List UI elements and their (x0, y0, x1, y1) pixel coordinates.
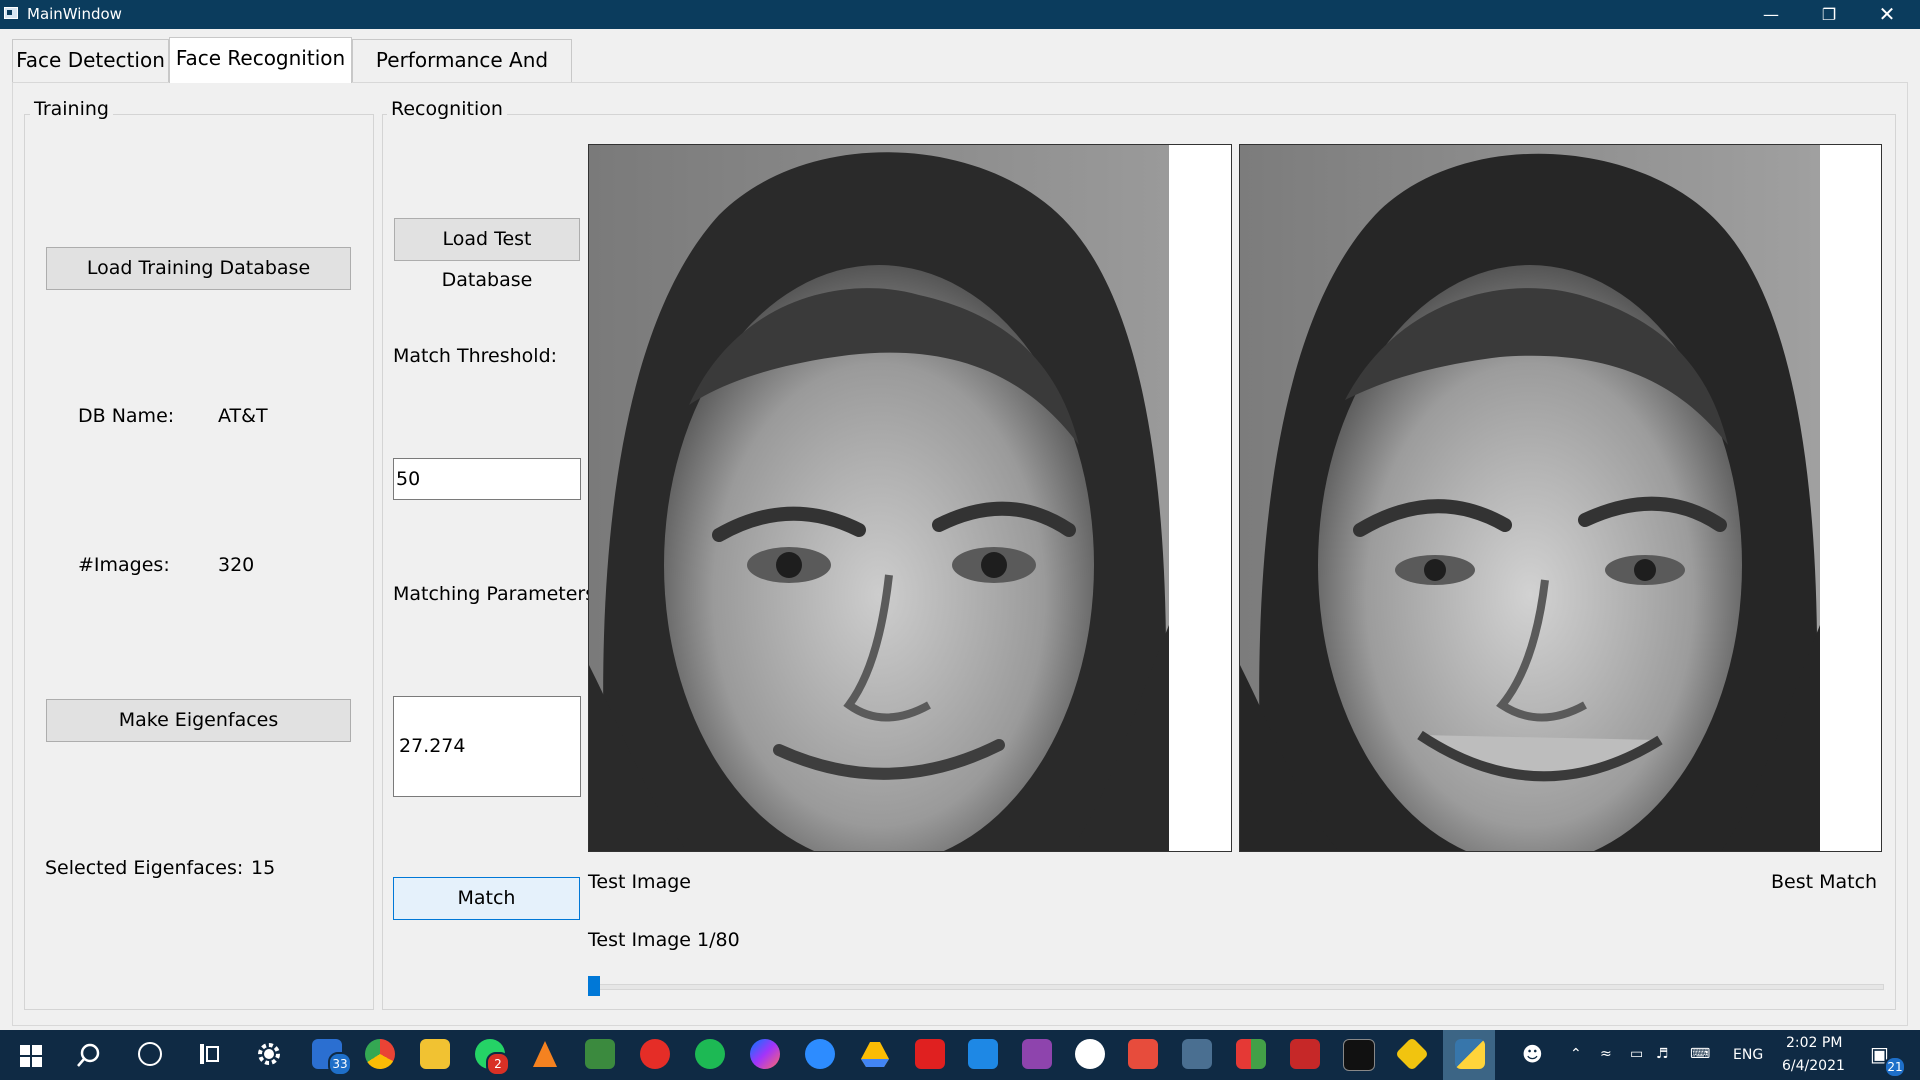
zoom-icon[interactable] (805, 1039, 835, 1069)
keyboard-icon[interactable]: ⌨ (1690, 1046, 1710, 1062)
start-button[interactable] (20, 1045, 42, 1067)
make-eigenfaces-button[interactable]: Make Eigenfaces (46, 699, 351, 742)
matching-parameters-label: Matching Parameters (393, 583, 596, 605)
test-face-image (589, 145, 1169, 851)
load-training-database-button[interactable]: Load Training Database (46, 247, 351, 290)
app-icon-tiles[interactable] (1236, 1039, 1266, 1069)
db-name-label: DB Name: (78, 405, 175, 427)
acrobat-icon[interactable] (915, 1039, 945, 1069)
app-icon-spider[interactable] (1182, 1039, 1212, 1069)
minimize-button[interactable]: — (1742, 0, 1800, 29)
images-count-label: #Images: (78, 554, 170, 576)
matching-parameters-output: 27.274 (393, 696, 581, 797)
task-view-icon[interactable] (198, 1043, 222, 1065)
windows-logo-icon (20, 1045, 42, 1067)
db-name-value: AT&T (218, 405, 268, 427)
clock-time[interactable]: 2:02 PM (1786, 1035, 1842, 1051)
volume-icon[interactable]: ♬ (1656, 1046, 1669, 1062)
notification-count-badge: 21 (1884, 1056, 1906, 1078)
images-count-value: 320 (218, 554, 255, 576)
terminal-icon[interactable] (1343, 1039, 1375, 1071)
vscode-icon[interactable] (968, 1039, 998, 1069)
messenger-icon[interactable] (750, 1039, 780, 1069)
test-image-slider-handle[interactable] (588, 976, 600, 996)
title-bar: MainWindow — ❐ ✕ (0, 0, 1920, 29)
chrome-icon[interactable] (365, 1039, 395, 1069)
python-icon[interactable] (1455, 1039, 1485, 1069)
vlc-icon[interactable] (530, 1039, 560, 1069)
input-language[interactable]: ENG (1733, 1047, 1763, 1063)
cortana-icon[interactable] (138, 1042, 162, 1066)
training-group-title: Training (30, 98, 113, 120)
test-image-view (588, 144, 1232, 852)
search-button[interactable] (76, 1042, 102, 1068)
excel-icon[interactable] (585, 1039, 615, 1069)
spotify-icon[interactable] (695, 1039, 725, 1069)
close-button[interactable]: ✕ (1858, 0, 1916, 29)
app-icon-cube[interactable] (1290, 1039, 1320, 1069)
whatsapp-badge: 2 (486, 1052, 510, 1076)
clock-date[interactable]: 6/4/2021 (1782, 1058, 1845, 1074)
mail-badge: 33 (328, 1052, 352, 1076)
window-title: MainWindow (27, 5, 122, 23)
people-icon[interactable]: ☻ (1522, 1042, 1543, 1066)
best-match-face-image (1240, 145, 1820, 851)
best-match-caption: Best Match (1771, 871, 1878, 893)
match-button[interactable]: Match (393, 877, 580, 920)
search-icon (77, 1043, 100, 1067)
file-explorer-icon[interactable] (420, 1039, 450, 1069)
youtube-icon[interactable] (640, 1039, 670, 1069)
match-threshold-label: Match Threshold: (393, 345, 558, 367)
test-image-caption: Test Image (588, 871, 691, 893)
word-app-icon[interactable] (1075, 1039, 1105, 1069)
app-window-icon (4, 7, 18, 19)
tab-face-recognition[interactable]: Face Recognition (169, 37, 352, 83)
tab-performance-roc[interactable]: Performance And ROC (352, 39, 572, 112)
selected-eigenfaces-value: 15 (251, 857, 276, 879)
match-threshold-input[interactable]: 50 (393, 458, 581, 500)
load-test-database-button[interactable]: Load Test Database (394, 218, 580, 291)
google-drive-icon[interactable] (860, 1039, 890, 1069)
wifi-icon[interactable]: ≈ (1600, 1046, 1612, 1062)
selected-eigenfaces-label: Selected Eigenfaces: (45, 857, 244, 879)
show-hidden-icons-chevron-icon[interactable]: ⌃ (1570, 1046, 1582, 1062)
settings-icon[interactable] (256, 1041, 282, 1067)
app-icon-red[interactable] (1128, 1039, 1158, 1069)
test-image-counter: Test Image 1/80 (588, 929, 740, 951)
test-image-slider[interactable] (590, 984, 1884, 990)
best-match-image-view (1239, 144, 1882, 852)
battery-icon[interactable]: ▭ (1630, 1046, 1643, 1062)
restore-button[interactable]: ❐ (1800, 0, 1858, 29)
visual-studio-icon[interactable] (1022, 1039, 1052, 1069)
tab-face-detection[interactable]: Face Detection (12, 39, 169, 83)
recognition-group-title: Recognition (387, 98, 507, 120)
